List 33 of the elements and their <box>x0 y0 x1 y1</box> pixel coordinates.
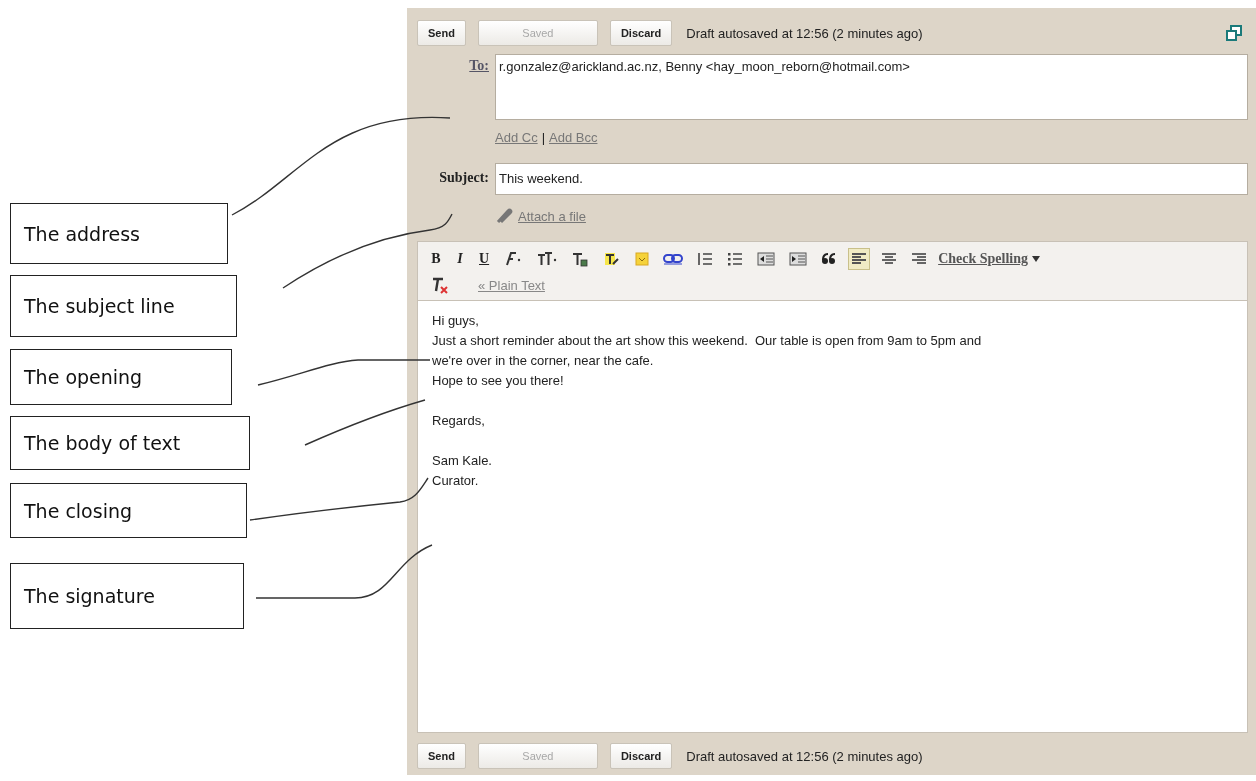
body-text-line: Curator. <box>432 472 480 490</box>
link-separator: | <box>541 130 546 145</box>
body-text-line: Sam Kale. <box>432 452 493 470</box>
discard-button[interactable]: Discard <box>609 743 673 769</box>
bold-button[interactable]: B <box>428 248 444 270</box>
body-text-line: Just a short reminder about the art show this weekend. Our table is open from 9am to 5pm and <box>432 332 983 350</box>
callout-box: The body of text <box>10 416 250 470</box>
callout-box: The subject line <box>10 275 237 337</box>
callout-box: The opening <box>10 349 232 405</box>
italic-button[interactable]: I <box>452 248 468 270</box>
autosave-status: Draft autosaved at 12:56 (2 minutes ago) <box>686 25 923 41</box>
to-field[interactable]: r.gonzalez@arickland.ac.nz, Benny <hay_moon_reborn@hotmail.com> <box>495 54 1248 120</box>
check-spelling-link[interactable]: Check Spelling <box>938 251 1028 267</box>
body-text-line: Hi guys, <box>432 312 480 330</box>
send-button[interactable]: Send <box>417 743 466 769</box>
paperclip-icon <box>495 207 513 225</box>
subject-field[interactable]: This weekend. <box>495 163 1248 195</box>
discard-button[interactable]: Discard <box>609 20 673 46</box>
align-left-icon[interactable] <box>848 248 871 270</box>
callout-box: The closing <box>10 483 247 538</box>
popout-icon[interactable] <box>1226 25 1242 41</box>
underline-button[interactable]: U <box>476 248 493 270</box>
subject-label: Subject: <box>438 169 490 186</box>
autosave-status: Draft autosaved at 12:56 (2 minutes ago) <box>686 748 923 764</box>
callout-box: The signature <box>10 563 244 629</box>
to-label[interactable]: To: <box>417 54 495 74</box>
callout-box: The address <box>10 203 228 264</box>
body-text-line: we're over in the corner, near the cafe. <box>432 352 655 370</box>
body-text-line: Hope to see you there! <box>432 372 565 390</box>
message-body[interactable]: Hi guys, Just a short reminder about the art show this weekend. Our table is open from 9am to 5pm and we're over in the corner, near the cafe. Hope to see you there! Regards, Sam Kale. Curator. <box>417 301 1248 733</box>
body-text-line: Regards, <box>432 412 486 430</box>
send-button[interactable]: Send <box>417 20 466 46</box>
caret-icon[interactable] <box>1032 256 1040 262</box>
